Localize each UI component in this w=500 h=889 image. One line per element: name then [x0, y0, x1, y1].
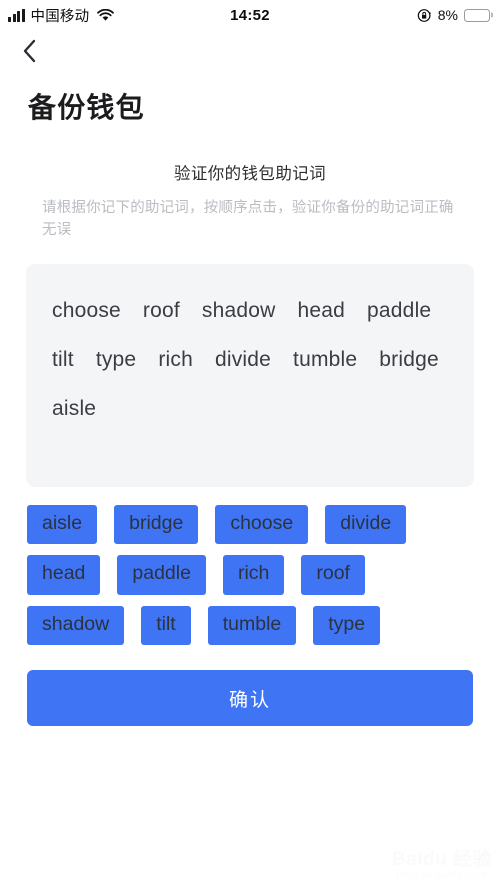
- status-bar-left: 中国移动: [8, 5, 115, 26]
- selected-mnemonic-word[interactable]: bridge: [379, 335, 439, 384]
- selected-mnemonic-word[interactable]: shadow: [202, 286, 276, 335]
- selected-mnemonic-word[interactable]: choose: [52, 286, 121, 335]
- selected-mnemonic-word-list: choose roof shadow head paddle tilt type rich di…: [52, 286, 448, 433]
- verify-section-title: 验证你的钱包助记词: [173, 165, 327, 183]
- word-chip[interactable]: aisle: [27, 504, 98, 545]
- word-chip[interactable]: bridge: [114, 504, 199, 545]
- selected-mnemonic-word[interactable]: divide: [215, 335, 271, 384]
- watermark: Baidu 经验 jingyan.baidu.com: [392, 850, 492, 881]
- status-bar-right: 8%: [417, 7, 490, 23]
- word-chip[interactable]: head: [27, 555, 101, 595]
- status-bar: 中国移动 14:52 8%: [0, 0, 500, 30]
- selected-mnemonic-word[interactable]: head: [298, 286, 346, 335]
- back-chevron-icon: [22, 39, 37, 63]
- selected-mnemonic-word[interactable]: paddle: [367, 286, 431, 335]
- word-chip[interactable]: rich: [222, 555, 285, 595]
- selected-mnemonic-word[interactable]: rich: [158, 335, 193, 384]
- back-button[interactable]: [22, 34, 56, 68]
- selected-mnemonic-word[interactable]: tumble: [293, 335, 357, 384]
- page-title: 备份钱包: [28, 92, 145, 123]
- navigation-bar: [0, 30, 500, 72]
- app-screen: 中国移动 14:52 8% 备份钱包 验证你的钱包助记词 请根据你记下的助记词，…: [0, 0, 500, 889]
- carrier-label: 中国移动: [30, 8, 90, 25]
- selected-mnemonic-word[interactable]: roof: [143, 286, 180, 335]
- word-chip[interactable]: shadow: [27, 605, 125, 646]
- selected-mnemonic-word[interactable]: aisle: [52, 384, 96, 433]
- battery-percent-label: 8%: [437, 7, 458, 23]
- rotation-lock-icon: [417, 8, 432, 23]
- battery-icon: [464, 8, 490, 22]
- word-chip[interactable]: divide: [325, 504, 407, 545]
- word-chip[interactable]: type: [313, 605, 381, 646]
- selected-mnemonic-panel[interactable]: choose roof shadow head paddle tilt type rich di…: [26, 263, 474, 487]
- word-chip[interactable]: choose: [215, 504, 309, 545]
- selected-mnemonic-word[interactable]: tilt: [52, 335, 74, 384]
- confirm-button[interactable]: 确认: [27, 670, 473, 727]
- watermark-sub-text: jingyan.baidu.com: [396, 870, 488, 881]
- word-chip[interactable]: tumble: [207, 605, 297, 646]
- wifi-icon: [95, 8, 115, 22]
- watermark-main-text: Baidu 经验: [391, 849, 492, 871]
- selected-mnemonic-word[interactable]: type: [96, 335, 137, 384]
- verify-section-description: 请根据你记下的助记词，按顺序点击，验证你备份的助记词正确无误: [42, 200, 454, 239]
- word-chip[interactable]: paddle: [117, 555, 206, 595]
- word-bank: aisle bridge choose divide head paddle rich roo…: [27, 504, 473, 646]
- word-chip[interactable]: roof: [301, 555, 365, 595]
- signal-bars-icon: [8, 8, 25, 22]
- word-chip[interactable]: tilt: [141, 605, 191, 646]
